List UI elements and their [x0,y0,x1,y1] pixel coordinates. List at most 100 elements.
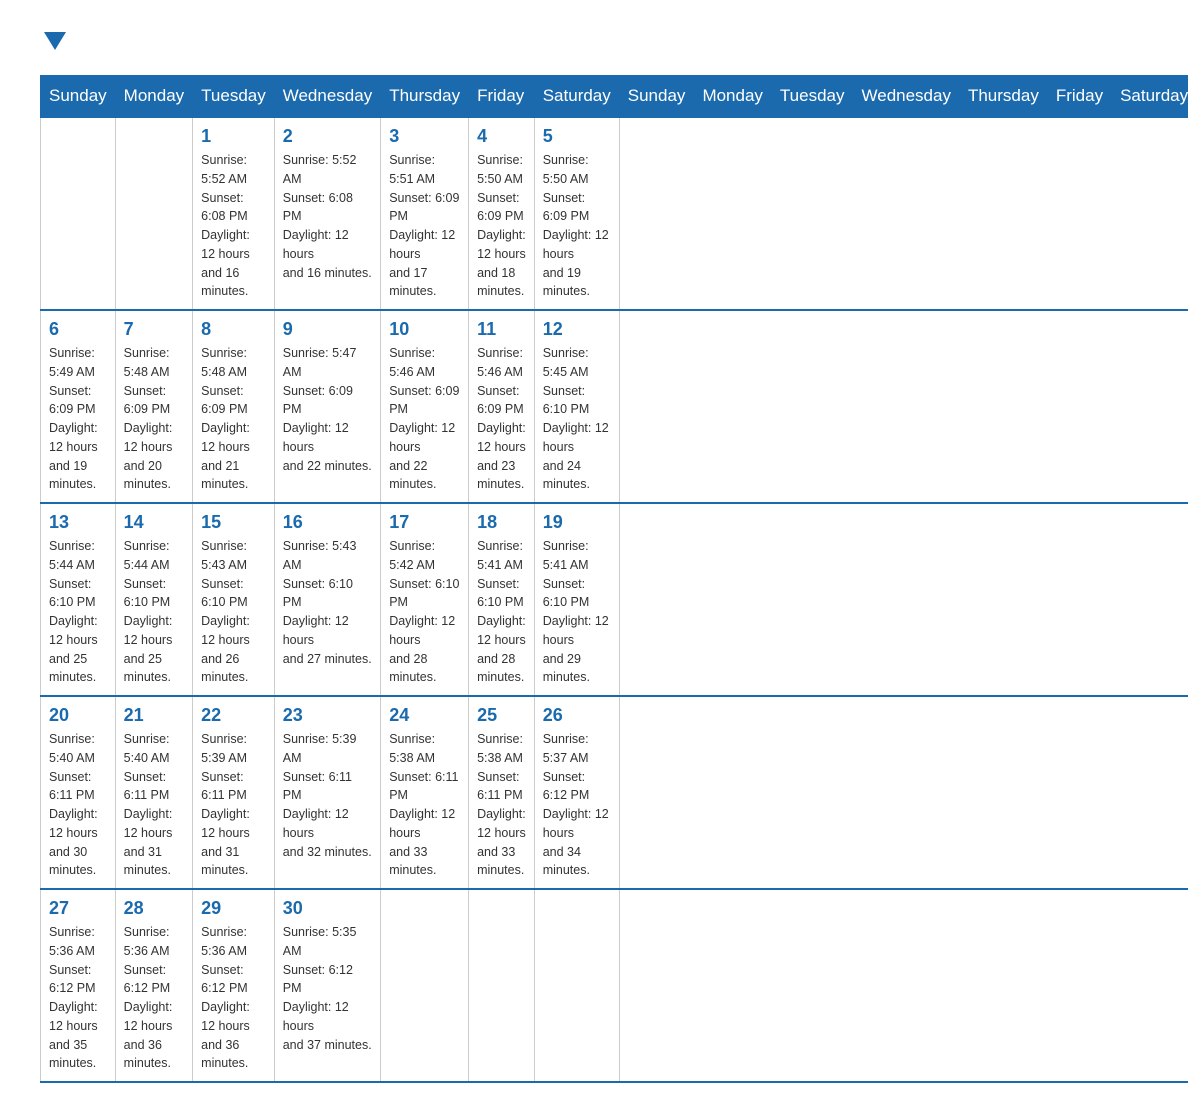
calendar-day-cell: 12 Sunrise: 5:45 AM Sunset: 6:10 PM Dayli… [534,310,619,503]
day-info: Sunrise: 5:46 AM Sunset: 6:09 PM Dayligh… [477,344,526,494]
calendar-day-cell: 4 Sunrise: 5:50 AM Sunset: 6:09 PM Daylig… [469,117,535,310]
calendar-day-cell: 8 Sunrise: 5:48 AM Sunset: 6:09 PM Daylig… [193,310,275,503]
day-of-week-header: Monday [694,76,771,118]
day-of-week-header: Saturday [1112,76,1188,118]
day-number: 7 [124,319,184,340]
logo [40,30,66,55]
day-number: 8 [201,319,266,340]
calendar-day-cell: 5Sunrise: 5:50 AM Sunset: 6:09 PM Daylig… [534,117,619,310]
day-info: Sunrise: 5:44 AM Sunset: 6:10 PM Dayligh… [124,537,184,687]
day-number: 21 [124,705,184,726]
day-info: Sunrise: 5:41 AM Sunset: 6:10 PM Dayligh… [477,537,526,687]
day-info: Sunrise: 5:37 AM Sunset: 6:12 PM Dayligh… [543,730,611,880]
day-number: 18 [477,512,526,533]
day-number: 20 [49,705,107,726]
day-number: 29 [201,898,266,919]
day-info: Sunrise: 5:48 AM Sunset: 6:09 PM Dayligh… [201,344,266,494]
day-number: 22 [201,705,266,726]
calendar-day-cell: 2 Sunrise: 5:52 AM Sunset: 6:08 PM Daylig… [274,117,380,310]
day-number: 19 [543,512,611,533]
day-number: 2 [283,126,372,147]
calendar-day-cell: 24 Sunrise: 5:38 AM Sunset: 6:11 PM Dayli… [381,696,469,889]
day-of-week-header: Wednesday [274,76,380,118]
day-info: Sunrise: 5:38 AM Sunset: 6:11 PM Dayligh… [477,730,526,880]
day-number: 3 [389,126,460,147]
day-of-week-header: Thursday [959,76,1047,118]
calendar-day-cell: 19 Sunrise: 5:41 AM Sunset: 6:10 PM Dayli… [534,503,619,696]
day-number: 30 [283,898,372,919]
day-of-week-header: Friday [1047,76,1111,118]
calendar-day-cell: 18 Sunrise: 5:41 AM Sunset: 6:10 PM Dayli… [469,503,535,696]
day-number: 11 [477,319,526,340]
day-info: Sunrise: 5:48 AM Sunset: 6:09 PM Dayligh… [124,344,184,494]
day-number: 10 [389,319,460,340]
day-number: 6 [49,319,107,340]
calendar-day-cell [41,117,116,310]
calendar-day-cell: 14 Sunrise: 5:44 AM Sunset: 6:10 PM Dayli… [115,503,192,696]
day-info: Sunrise: 5:52 AM Sunset: 6:08 PM Dayligh… [283,151,372,282]
day-info: Sunrise: 5:36 AM Sunset: 6:12 PM Dayligh… [124,923,184,1073]
calendar-table: SundayMondayTuesdayWednesdayThursdayFrid… [40,75,1188,1083]
day-info: Sunrise: 5:50 AM Sunset: 6:09 PM Dayligh… [543,151,611,301]
day-number: 26 [543,705,611,726]
calendar-day-cell: 15 Sunrise: 5:43 AM Sunset: 6:10 PM Dayli… [193,503,275,696]
day-number: 9 [283,319,372,340]
day-number: 12 [543,319,611,340]
calendar-week-row: 6 Sunrise: 5:49 AM Sunset: 6:09 PM Daylig… [41,310,1188,503]
day-info: Sunrise: 5:45 AM Sunset: 6:10 PM Dayligh… [543,344,611,494]
calendar-day-cell: 21 Sunrise: 5:40 AM Sunset: 6:11 PM Dayli… [115,696,192,889]
calendar-day-cell: 26 Sunrise: 5:37 AM Sunset: 6:12 PM Dayli… [534,696,619,889]
calendar-day-cell: 13 Sunrise: 5:44 AM Sunset: 6:10 PM Dayli… [41,503,116,696]
calendar-day-cell: 16 Sunrise: 5:43 AM Sunset: 6:10 PM Dayli… [274,503,380,696]
day-of-week-header: Friday [469,76,535,118]
day-info: Sunrise: 5:39 AM Sunset: 6:11 PM Dayligh… [201,730,266,880]
day-number: 23 [283,705,372,726]
calendar-week-row: 20 Sunrise: 5:40 AM Sunset: 6:11 PM Dayli… [41,696,1188,889]
calendar-day-cell [115,117,192,310]
day-info: Sunrise: 5:50 AM Sunset: 6:09 PM Dayligh… [477,151,526,301]
day-number: 15 [201,512,266,533]
day-info: Sunrise: 5:40 AM Sunset: 6:11 PM Dayligh… [49,730,107,880]
day-of-week-header: Tuesday [193,76,275,118]
day-info: Sunrise: 5:51 AM Sunset: 6:09 PM Dayligh… [389,151,460,301]
day-info: Sunrise: 5:47 AM Sunset: 6:09 PM Dayligh… [283,344,372,475]
calendar-day-cell: 25 Sunrise: 5:38 AM Sunset: 6:11 PM Dayli… [469,696,535,889]
day-info: Sunrise: 5:39 AM Sunset: 6:11 PM Dayligh… [283,730,372,861]
day-number: 4 [477,126,526,147]
day-info: Sunrise: 5:41 AM Sunset: 6:10 PM Dayligh… [543,537,611,687]
calendar-day-cell: 11 Sunrise: 5:46 AM Sunset: 6:09 PM Dayli… [469,310,535,503]
day-number: 28 [124,898,184,919]
day-info: Sunrise: 5:38 AM Sunset: 6:11 PM Dayligh… [389,730,460,880]
day-info: Sunrise: 5:52 AM Sunset: 6:08 PM Dayligh… [201,151,266,301]
day-number: 1 [201,126,266,147]
day-of-week-header: Wednesday [853,76,959,118]
calendar-day-cell: 17Sunrise: 5:42 AM Sunset: 6:10 PM Dayli… [381,503,469,696]
day-info: Sunrise: 5:36 AM Sunset: 6:12 PM Dayligh… [201,923,266,1073]
day-of-week-header: Tuesday [771,76,853,118]
day-number: 13 [49,512,107,533]
page-header [40,30,1148,55]
day-of-week-header: Sunday [41,76,116,118]
day-number: 14 [124,512,184,533]
calendar-day-cell: 1 Sunrise: 5:52 AM Sunset: 6:08 PM Daylig… [193,117,275,310]
day-of-week-header: Sunday [619,76,694,118]
calendar-day-cell: 23 Sunrise: 5:39 AM Sunset: 6:11 PM Dayli… [274,696,380,889]
calendar-week-row: 13 Sunrise: 5:44 AM Sunset: 6:10 PM Dayli… [41,503,1188,696]
calendar-day-cell: 6 Sunrise: 5:49 AM Sunset: 6:09 PM Daylig… [41,310,116,503]
day-number: 16 [283,512,372,533]
day-info: Sunrise: 5:43 AM Sunset: 6:10 PM Dayligh… [201,537,266,687]
day-info: Sunrise: 5:46 AM Sunset: 6:09 PM Dayligh… [389,344,460,494]
day-info: Sunrise: 5:35 AM Sunset: 6:12 PM Dayligh… [283,923,372,1054]
day-of-week-header: Saturday [534,76,619,118]
day-info: Sunrise: 5:49 AM Sunset: 6:09 PM Dayligh… [49,344,107,494]
day-number: 17 [389,512,460,533]
day-info: Sunrise: 5:44 AM Sunset: 6:10 PM Dayligh… [49,537,107,687]
calendar-day-cell: 9 Sunrise: 5:47 AM Sunset: 6:09 PM Daylig… [274,310,380,503]
calendar-day-cell: 10 Sunrise: 5:46 AM Sunset: 6:09 PM Dayli… [381,310,469,503]
day-info: Sunrise: 5:43 AM Sunset: 6:10 PM Dayligh… [283,537,372,668]
day-number: 24 [389,705,460,726]
day-info: Sunrise: 5:40 AM Sunset: 6:11 PM Dayligh… [124,730,184,880]
day-of-week-header: Thursday [381,76,469,118]
day-of-week-header: Monday [115,76,192,118]
day-number: 25 [477,705,526,726]
